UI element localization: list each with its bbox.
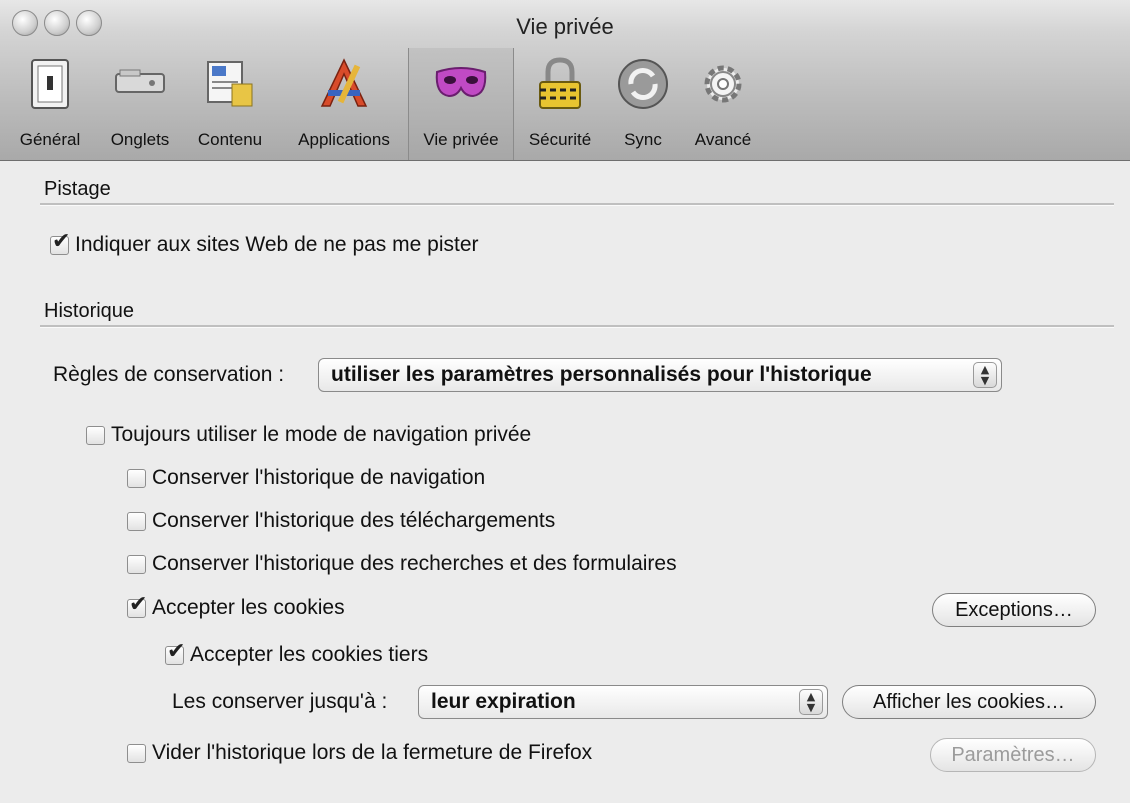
toolbar-tab-content[interactable]: Contenu (180, 48, 280, 160)
keep-form-history-label: Conserver l'historique des recherches et… (152, 552, 677, 575)
toolbar-tab-security[interactable]: Sécurité (514, 48, 606, 160)
toolbar-tab-tabs[interactable]: Onglets (100, 48, 180, 160)
keep-browsing-history-label: Conserver l'historique de navigation (152, 466, 486, 489)
third-party-cookies-checkbox[interactable] (165, 639, 185, 665)
history-section-title: Historique (44, 300, 135, 322)
do-not-track-label: Indiquer aux sites Web de ne pas me pist… (75, 233, 479, 256)
window-toolbar-area: Vie privée Général Onglets Contenu Appli… (0, 0, 1130, 161)
show-cookies-button[interactable]: Afficher les cookies… (842, 685, 1096, 719)
section-divider (40, 203, 1114, 206)
toolbar-label: Sync (624, 130, 662, 149)
retention-rules-label: Règles de conservation : (53, 363, 285, 386)
retention-rules-select[interactable]: utiliser les paramètres personnalisés po… (318, 358, 1002, 392)
tracking-section-title: Pistage (44, 178, 111, 200)
toolbar-tab-advanced[interactable]: Avancé (680, 48, 766, 160)
exceptions-button[interactable]: Exceptions… (932, 593, 1096, 627)
clear-history-settings-button[interactable]: Paramètres… (930, 738, 1096, 772)
accept-cookies-checkbox[interactable] (127, 592, 147, 618)
keep-download-history-checkbox[interactable] (127, 511, 146, 531)
private-mode-checkbox[interactable] (86, 425, 105, 445)
privacy-mask-icon (433, 56, 489, 112)
applications-icon (316, 56, 372, 112)
do-not-track-option[interactable]: Indiquer aux sites Web de ne pas me pist… (50, 228, 479, 262)
keep-form-history-option[interactable]: Conserver l'historique des recherches et… (127, 547, 677, 581)
clear-history-on-close-option[interactable]: Vider l'historique lors de la fermeture … (127, 736, 592, 770)
private-mode-label: Toujours utiliser le mode de navigation … (111, 423, 532, 446)
padlock-icon (532, 56, 588, 112)
toolbar-tab-sync[interactable]: Sync (606, 48, 680, 160)
clear-history-on-close-checkbox[interactable] (127, 743, 146, 763)
keep-browsing-history-option[interactable]: Conserver l'historique de navigation (127, 461, 485, 495)
third-party-cookies-option[interactable]: Accepter les cookies tiers (165, 638, 428, 672)
keep-download-history-label: Conserver l'historique des téléchargemen… (152, 509, 556, 532)
toolbar-tab-applications[interactable]: Applications (280, 48, 408, 160)
clear-history-on-close-label: Vider l'historique lors de la fermeture … (152, 741, 593, 764)
general-icon (22, 56, 78, 112)
private-mode-option[interactable]: Toujours utiliser le mode de navigation … (86, 418, 531, 452)
toolbar-label: Sécurité (528, 130, 592, 149)
keep-until-select[interactable]: leur expiration ▲ ▼ (418, 685, 828, 719)
select-arrows-icon: ▲ ▼ (799, 689, 823, 715)
accept-cookies-label: Accepter les cookies (152, 596, 345, 619)
toolbar-label: Contenu (197, 130, 263, 149)
toolbar-label: Général (19, 130, 81, 149)
keep-browsing-history-checkbox[interactable] (127, 468, 146, 488)
section-divider (40, 325, 1114, 328)
toolbar-label: Onglets (110, 130, 170, 149)
toolbar-tab-privacy[interactable]: Vie privée (408, 48, 514, 160)
toolbar-tab-general[interactable]: Général (0, 48, 100, 160)
tabs-icon (112, 56, 168, 112)
third-party-cookies-label: Accepter les cookies tiers (190, 643, 429, 666)
keep-until-value: leur expiration (431, 690, 576, 713)
keep-until-label: Les conserver jusqu'à : (172, 690, 388, 713)
keep-download-history-option[interactable]: Conserver l'historique des téléchargemen… (127, 504, 555, 538)
retention-rules-value: utiliser les paramètres personnalisés po… (331, 363, 872, 386)
content-icon (202, 56, 258, 112)
accept-cookies-option[interactable]: Accepter les cookies (127, 591, 345, 625)
keep-form-history-checkbox[interactable] (127, 554, 146, 574)
gear-icon (695, 56, 751, 112)
window-title: Vie privée (516, 14, 614, 39)
toolbar-label: Vie privée (423, 130, 499, 149)
toolbar-label: Applications (298, 130, 390, 149)
select-arrows-icon: ▲ ▼ (973, 362, 997, 388)
toolbar-label: Avancé (694, 130, 752, 149)
do-not-track-checkbox[interactable] (50, 229, 70, 255)
sync-icon (615, 56, 671, 112)
